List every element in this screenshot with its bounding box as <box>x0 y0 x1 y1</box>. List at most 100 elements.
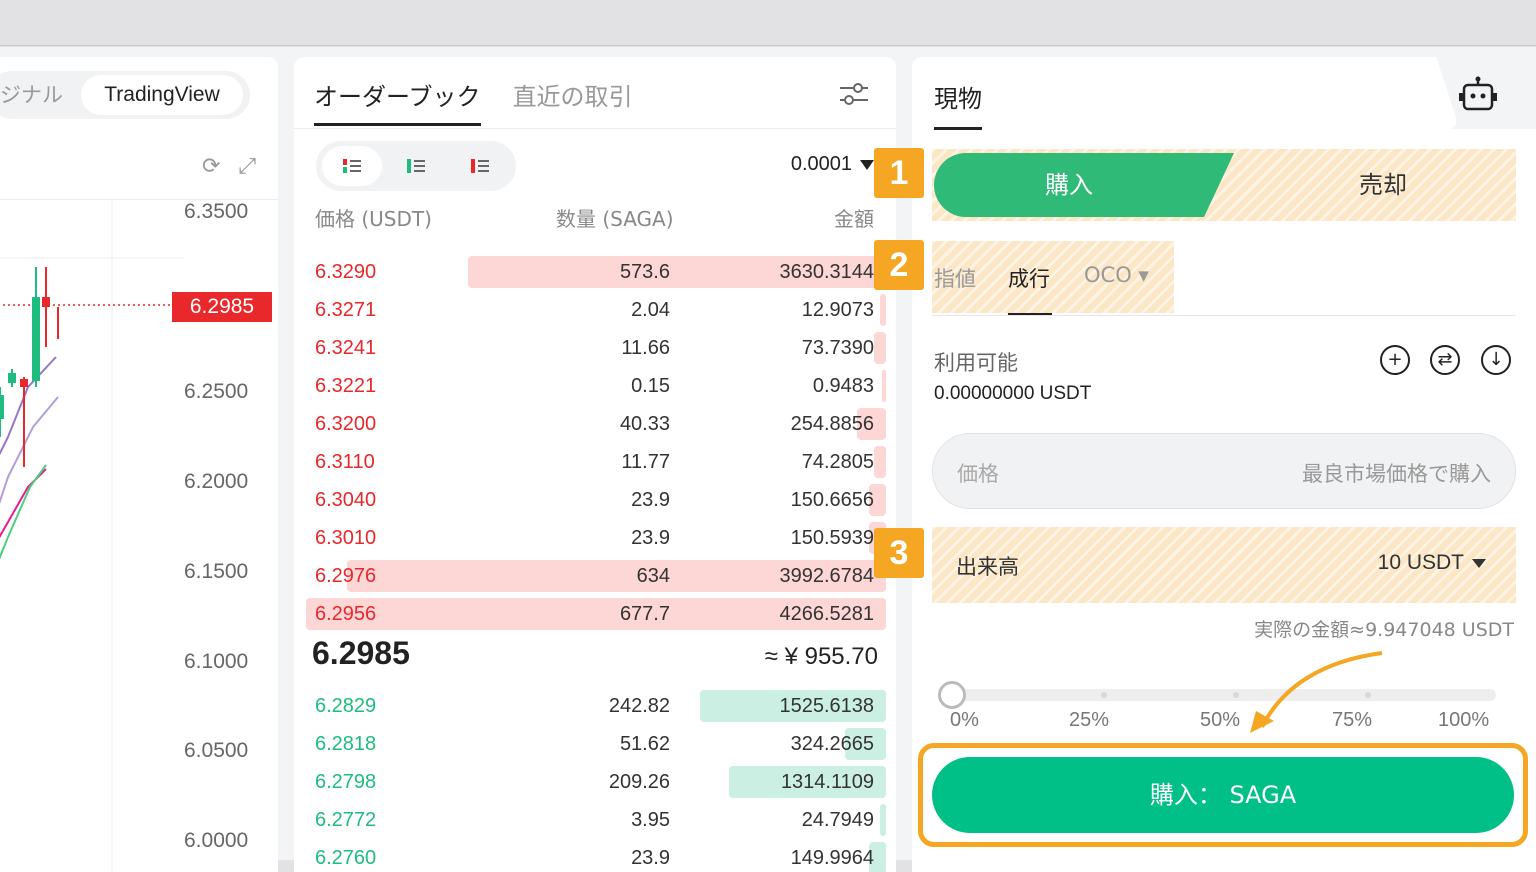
price-cell: 6.3271 <box>315 299 377 321</box>
amount-cell: 24.7949 <box>801 809 874 831</box>
amount-cell: 3992.6784 <box>779 565 874 587</box>
buy-submit-button[interactable]: 購入： SAGA <box>932 757 1514 833</box>
price-input-placeholder: 最良市場価格で購入 <box>1302 462 1491 486</box>
amount-slider-thumb[interactable] <box>938 681 966 709</box>
depth-bar <box>880 294 886 326</box>
ask-row[interactable]: 6.2976 634 3992.6784 <box>294 557 896 595</box>
slider-stop <box>1101 692 1107 698</box>
ask-row[interactable]: 6.3200 40.33 254.8856 <box>294 405 896 443</box>
guide-arrow-icon <box>1250 651 1383 733</box>
volume-unit-select[interactable]: 10 USDT <box>1378 551 1486 575</box>
caret-down-icon <box>860 159 874 170</box>
qty-cell: 677.7 <box>619 603 670 625</box>
tab-orderbook[interactable]: オーダーブック <box>314 77 481 126</box>
depth-bar <box>874 446 886 478</box>
amount-cell: 12.9073 <box>801 299 874 321</box>
volume-label: 出来高 <box>956 555 1019 579</box>
ask-row[interactable]: 6.3241 11.66 73.7390 <box>294 329 896 367</box>
orderbook-layout-switch <box>316 141 516 191</box>
price-cell: 6.2818 <box>315 733 377 755</box>
price-cell: 6.3241 <box>315 337 377 359</box>
settings-sliders-icon[interactable] <box>838 79 870 109</box>
order-type-limit[interactable]: 指値 <box>934 263 976 293</box>
sell-side-tab[interactable]: 売却 <box>1252 153 1514 217</box>
amount-slider-track[interactable] <box>950 689 1496 701</box>
qty-cell: 23.9 <box>631 847 670 869</box>
qty-cell: 23.9 <box>631 489 670 511</box>
price-cell: 6.3200 <box>315 413 377 435</box>
order-type-oco[interactable]: OCO ▾ <box>1084 263 1149 287</box>
ask-row[interactable]: 6.3010 23.9 150.5939 <box>294 519 896 557</box>
actual-amount: 実際の金額≈9.947048 USDT <box>1254 619 1514 641</box>
price-cell: 6.2956 <box>315 603 377 625</box>
qty-cell: 634 <box>636 565 670 587</box>
tab-recent-trades[interactable]: 直近の取引 <box>513 77 633 126</box>
price-cell: 6.2760 <box>315 847 377 869</box>
precision-value: 0.0001 <box>790 153 852 175</box>
ask-row[interactable]: 6.3271 2.04 12.9073 <box>294 291 896 329</box>
price-axis: 6.3500 6.2500 6.2000 6.1500 6.1000 6.050… <box>184 57 278 872</box>
amount-cell: 1314.1109 <box>780 771 874 793</box>
layout-asks-button[interactable] <box>450 146 510 186</box>
bid-row[interactable]: 6.2818 51.62 324.2665 <box>294 725 896 763</box>
candlestick-chart[interactable] <box>0 57 184 872</box>
qty-cell: 40.33 <box>619 413 670 435</box>
price-cell: 6.3290 <box>315 261 377 283</box>
tab-spot[interactable]: 現物 <box>934 79 982 130</box>
precision-select[interactable]: 0.0001 <box>791 153 874 176</box>
download-icon[interactable]: ↓ <box>1481 345 1511 375</box>
ask-row[interactable]: 6.2956 677.7 4266.5281 <box>294 595 896 633</box>
bid-row[interactable]: 6.2772 3.95 24.7949 <box>294 801 896 839</box>
available-label: 利用可能 <box>934 351 1018 375</box>
ask-row[interactable]: 6.3110 11.77 74.2805 <box>294 443 896 481</box>
layout-both-icon <box>343 159 361 173</box>
layout-asks-icon <box>471 159 489 173</box>
y-tick: 6.0500 <box>184 739 249 762</box>
qty-cell: 11.77 <box>621 451 670 473</box>
layout-both-button[interactable] <box>322 146 382 186</box>
price-cell: 6.3221 <box>315 375 377 397</box>
slider-label: 25% <box>1069 709 1110 731</box>
ask-row[interactable]: 6.3040 23.9 150.6656 <box>294 481 896 519</box>
y-tick: 6.2500 <box>184 380 249 403</box>
amount-cell: 3630.3144 <box>779 261 874 283</box>
volume-input[interactable]: 出来高 10 USDT <box>932 527 1516 603</box>
price-input[interactable]: 価格 最良市場価格で購入 <box>932 433 1516 509</box>
orderbook-tabs: オーダーブック 直近の取引 <box>314 77 633 126</box>
order-type-market[interactable]: 成行 <box>1008 263 1050 293</box>
bid-row[interactable]: 6.2829 242.82 1525.6138 <box>294 687 896 725</box>
deposit-plus-icon[interactable]: + <box>1380 345 1410 375</box>
amount-cell: 73.7390 <box>801 337 874 359</box>
amount-cell: 150.6656 <box>790 489 874 511</box>
amount-cell: 4266.5281 <box>779 603 874 625</box>
robot-icon[interactable] <box>1458 75 1498 115</box>
transfer-icon[interactable]: ⇄ <box>1430 345 1460 375</box>
depth-bar <box>880 804 886 836</box>
amount-cell: 324.2665 <box>790 733 874 755</box>
price-cell: 6.2976 <box>315 565 377 587</box>
ask-row[interactable]: 6.3221 0.15 0.9483 <box>294 367 896 405</box>
orderbook-panel: オーダーブック 直近の取引 0.0001 価格 (USDT) 数量 (SAGA)… <box>294 57 896 872</box>
current-price-tag: 6.2985 <box>172 292 272 322</box>
amount-cell: 1525.6138 <box>779 695 874 717</box>
price-cell: 6.2798 <box>315 771 377 793</box>
depth-bar <box>874 332 886 364</box>
qty-cell: 209.26 <box>608 771 670 793</box>
col-header-price: 価格 (USDT) <box>315 207 432 231</box>
amount-cell: 150.5939 <box>790 527 874 549</box>
layout-bids-button[interactable] <box>386 146 446 186</box>
slider-label: 100% <box>1438 709 1490 731</box>
orderbook-divider <box>294 128 896 129</box>
last-price-fiat: ≈ ¥ 955.70 <box>764 643 878 670</box>
col-header-amount: 金額 <box>834 207 874 231</box>
guide-badge-3: 3 <box>874 528 924 578</box>
buy-side-tab[interactable]: 購入 <box>934 153 1234 217</box>
price-cell: 6.2829 <box>315 695 377 717</box>
bid-row[interactable]: 6.2798 209.26 1314.1109 <box>294 763 896 801</box>
ask-row[interactable]: 6.3290 573.6 3630.3144 <box>294 253 896 291</box>
bid-row[interactable]: 6.2760 23.9 149.9964 <box>294 839 896 872</box>
layout-bids-icon <box>407 159 425 173</box>
qty-cell: 573.6 <box>619 261 670 283</box>
amount-cell: 74.2805 <box>801 451 874 473</box>
y-tick: 6.1000 <box>184 650 249 673</box>
